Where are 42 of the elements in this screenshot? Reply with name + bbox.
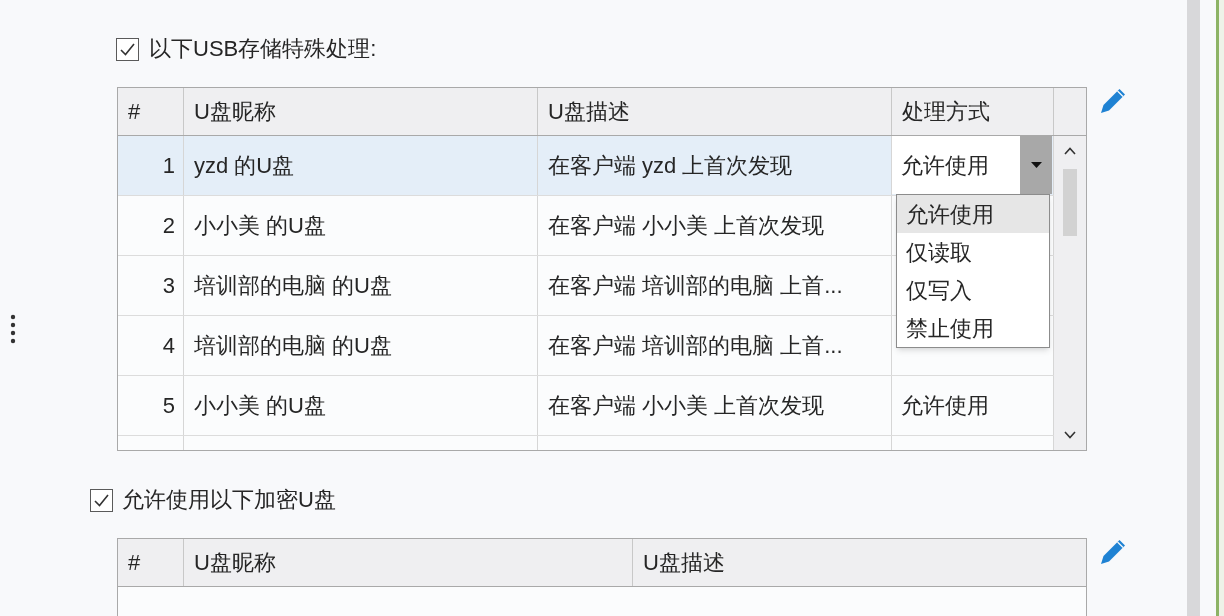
- table-cell: 在客户端 小小美 上首次发现: [538, 196, 892, 255]
- table-cell: 在客户端 小小美 上首次发现: [538, 376, 892, 435]
- table-cell: 培训部的电脑 的U盘: [184, 256, 538, 315]
- table-cell: 3: [118, 256, 184, 315]
- chevron-down-icon[interactable]: [1064, 431, 1076, 439]
- dropdown-option[interactable]: 允许使用: [897, 195, 1049, 233]
- column-header[interactable]: U盘描述: [633, 539, 1086, 586]
- column-header[interactable]: #: [118, 88, 184, 135]
- table-cell: 5: [118, 376, 184, 435]
- table-cell: 培训部的电脑 的U盘: [184, 316, 538, 375]
- checkmark-icon: [120, 42, 135, 56]
- column-header[interactable]: #: [118, 539, 184, 586]
- chevron-up-icon[interactable]: [1064, 147, 1076, 155]
- checkbox[interactable]: [90, 488, 113, 512]
- dropdown-option[interactable]: 仅写入: [897, 271, 1049, 309]
- table-cell: 在客户端 培训部的电脑 上首...: [538, 316, 892, 375]
- column-header[interactable]: U盘昵称: [184, 539, 633, 586]
- column-header[interactable]: U盘描述: [538, 88, 892, 135]
- method-dropdown[interactable]: 允许使用: [892, 136, 1052, 194]
- section-label: 以下USB存储特殊处理:: [149, 37, 377, 61]
- column-header[interactable]: 处理方式: [892, 88, 1054, 135]
- table-cell: 小小美 的U盘: [184, 196, 538, 255]
- table-row[interactable]: 5 小小美 的U盘 在客户端 小小美 上首次发现 允许使用: [118, 376, 1054, 436]
- scrollbar[interactable]: [1054, 136, 1086, 450]
- table-cell: 小小美 的U盘: [184, 376, 538, 435]
- table-cell: yzd 的U盘: [184, 136, 538, 195]
- checkmark-icon: [94, 493, 109, 507]
- column-header[interactable]: U盘昵称: [184, 88, 538, 135]
- pencil-icon[interactable]: [1100, 539, 1126, 565]
- section-label: 允许使用以下加密U盘: [122, 488, 336, 512]
- pencil-icon[interactable]: [1100, 88, 1126, 114]
- dropdown-option[interactable]: 仅读取: [897, 233, 1049, 271]
- dropdown-option[interactable]: 禁止使用: [897, 309, 1049, 347]
- table-cell: 2: [118, 196, 184, 255]
- checkbox[interactable]: [116, 37, 139, 61]
- caret-down-icon: [1030, 162, 1042, 168]
- scrollbar-thumb[interactable]: [1063, 169, 1077, 236]
- table-cell: 1: [118, 136, 184, 195]
- table-cell: 在客户端 培训部的电脑 上首...: [538, 256, 892, 315]
- drag-handle-icon[interactable]: [10, 314, 16, 344]
- scrollbar[interactable]: [1187, 0, 1200, 616]
- table-cell: 4: [118, 316, 184, 375]
